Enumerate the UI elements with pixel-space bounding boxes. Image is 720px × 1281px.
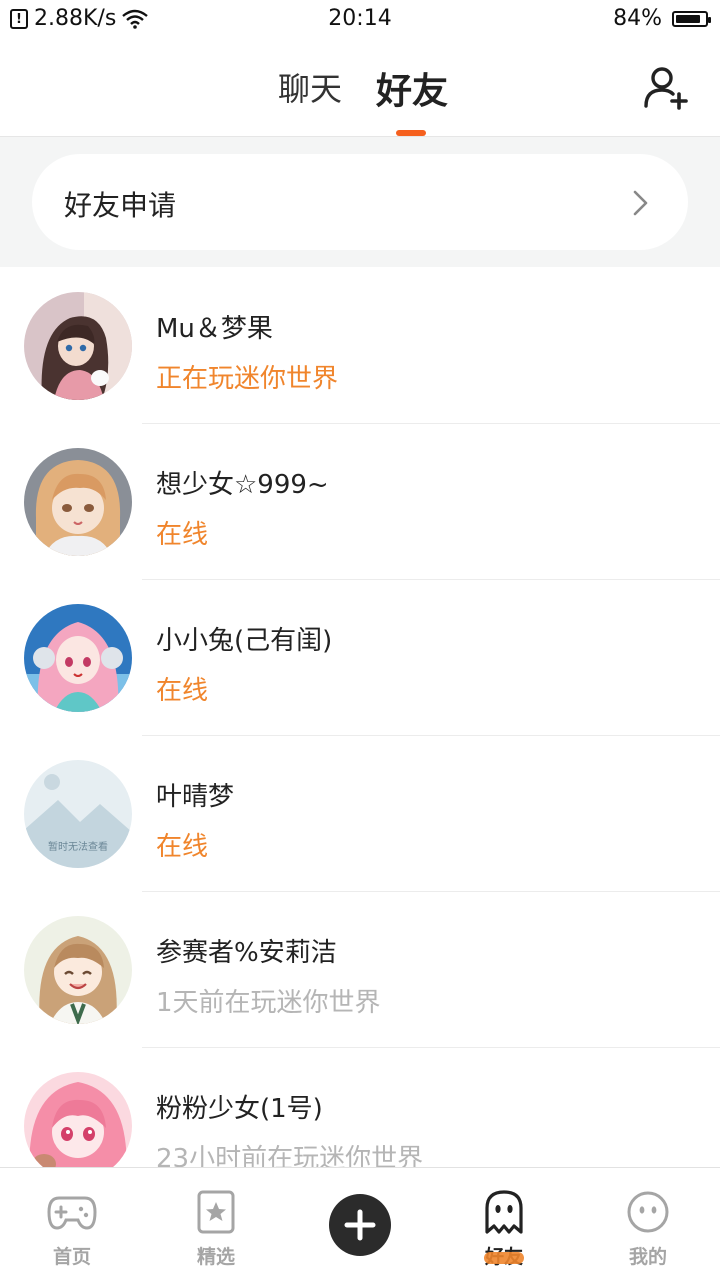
add-user-icon[interactable]: [642, 64, 690, 112]
avatar[interactable]: [24, 292, 132, 400]
clock: 20:14: [328, 6, 392, 31]
tab-friends[interactable]: 好友: [376, 62, 448, 114]
tab-active-indicator: [396, 130, 426, 136]
nav-home[interactable]: 首页: [0, 1168, 144, 1281]
ghost-icon: [485, 1190, 523, 1234]
friend-status: 正在玩迷你世界: [156, 364, 339, 394]
battery-percent: 84%: [613, 6, 662, 31]
avatar[interactable]: [24, 604, 132, 712]
friend-status: 在线: [156, 832, 209, 862]
star-bookmark-icon: [197, 1190, 235, 1234]
nav-me-label: 我的: [628, 1246, 667, 1268]
battery-icon: [672, 10, 711, 27]
friend-status: 在线: [156, 676, 209, 706]
bottom-nav: 首页 精选 好友 我的: [0, 1167, 720, 1281]
face-icon: [627, 1191, 669, 1233]
friend-name: 小小兔(己有闺): [156, 626, 333, 656]
nav-active-indicator: [484, 1252, 524, 1264]
avatar-placeholder-caption: 暂时无法查看: [48, 840, 108, 853]
friend-row[interactable]: 想少女☆999~ 在线: [0, 424, 720, 580]
friend-row[interactable]: 小小兔(己有闺) 在线: [0, 580, 720, 736]
header: 聊天 好友: [0, 40, 720, 137]
avatar[interactable]: [24, 1072, 132, 1180]
nav-me[interactable]: 我的: [576, 1168, 720, 1281]
avatar[interactable]: [24, 448, 132, 556]
battery-level: [676, 14, 700, 23]
status-right: 84%: [613, 6, 711, 31]
friend-row[interactable]: 参赛者%安莉洁 1天前在玩迷你世界: [0, 892, 720, 1048]
friend-status: 1天前在玩迷你世界: [156, 988, 381, 1018]
tab-chat[interactable]: 聊天: [278, 64, 342, 110]
friend-name: 粉粉少女(1号): [156, 1094, 323, 1124]
plus-icon: [344, 1209, 376, 1241]
nav-featured[interactable]: 精选: [144, 1168, 288, 1281]
nav-friends[interactable]: 好友: [432, 1168, 576, 1281]
friend-list: Mu＆梦果 正在玩迷你世界 想少女☆999~ 在线 小小兔(己有闺) 在线 暂时…: [0, 268, 720, 1204]
gamepad-icon: [47, 1196, 97, 1230]
friend-name: 叶晴梦: [156, 782, 235, 812]
friend-name: 参赛者%安莉洁: [156, 938, 337, 968]
friend-request-button[interactable]: 好友申请: [32, 154, 688, 250]
friend-status: 在线: [156, 520, 209, 550]
friend-request-label: 好友申请: [64, 189, 177, 222]
friend-name: Mu＆梦果: [156, 314, 273, 344]
nav-featured-label: 精选: [196, 1246, 235, 1268]
chevron-right-icon: [633, 190, 648, 216]
friend-row[interactable]: 暂时无法查看 叶晴梦 在线: [0, 736, 720, 892]
create-button[interactable]: [329, 1194, 391, 1256]
friend-name: 想少女☆999~: [156, 470, 329, 500]
status-bar: ! 2.88K/s 20:14 84%: [0, 0, 720, 40]
friend-row[interactable]: Mu＆梦果 正在玩迷你世界: [0, 268, 720, 424]
avatar[interactable]: [24, 916, 132, 1024]
avatar[interactable]: 暂时无法查看: [24, 760, 132, 868]
nav-home-label: 首页: [52, 1246, 91, 1268]
